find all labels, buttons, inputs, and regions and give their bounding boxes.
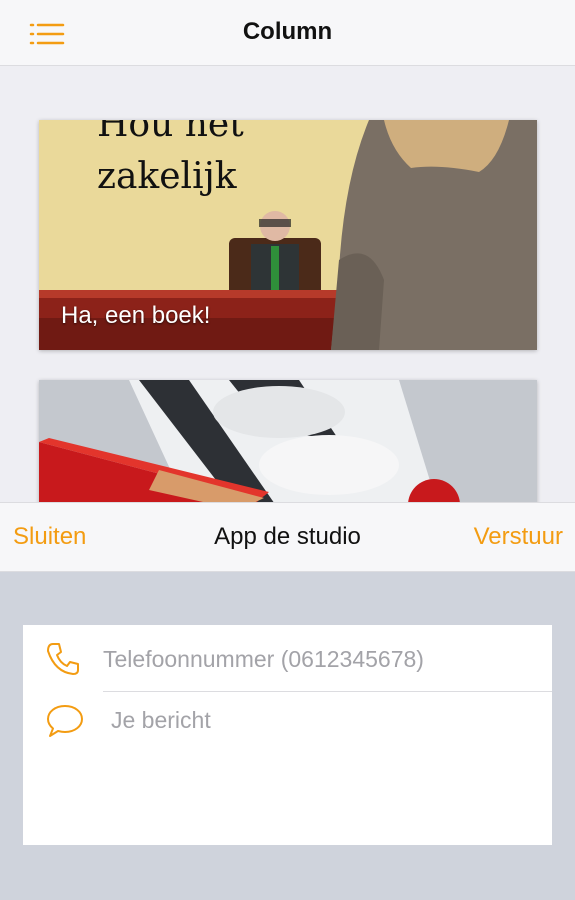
top-bar: Column bbox=[0, 0, 575, 66]
page-title: Column bbox=[242, 18, 333, 45]
phone-number-input[interactable] bbox=[103, 643, 543, 675]
message-input[interactable] bbox=[111, 707, 541, 827]
column-card[interactable]: Hou het zakelijk Ha, een boek! bbox=[39, 120, 537, 350]
chat-bubble-icon bbox=[47, 705, 83, 737]
column-card[interactable] bbox=[39, 380, 537, 510]
field-divider bbox=[103, 691, 552, 692]
book-title-line1: Hou het bbox=[97, 120, 244, 145]
card-caption: Ha, een boek! bbox=[61, 302, 211, 329]
message-form bbox=[23, 625, 552, 845]
column-card-image bbox=[39, 380, 537, 510]
send-button[interactable]: Verstuur bbox=[474, 523, 563, 551]
compose-sheet-header: Sluiten App de studio Verstuur bbox=[0, 502, 575, 572]
phone-icon bbox=[47, 643, 79, 675]
book-title-line2: zakelijk bbox=[97, 156, 238, 197]
